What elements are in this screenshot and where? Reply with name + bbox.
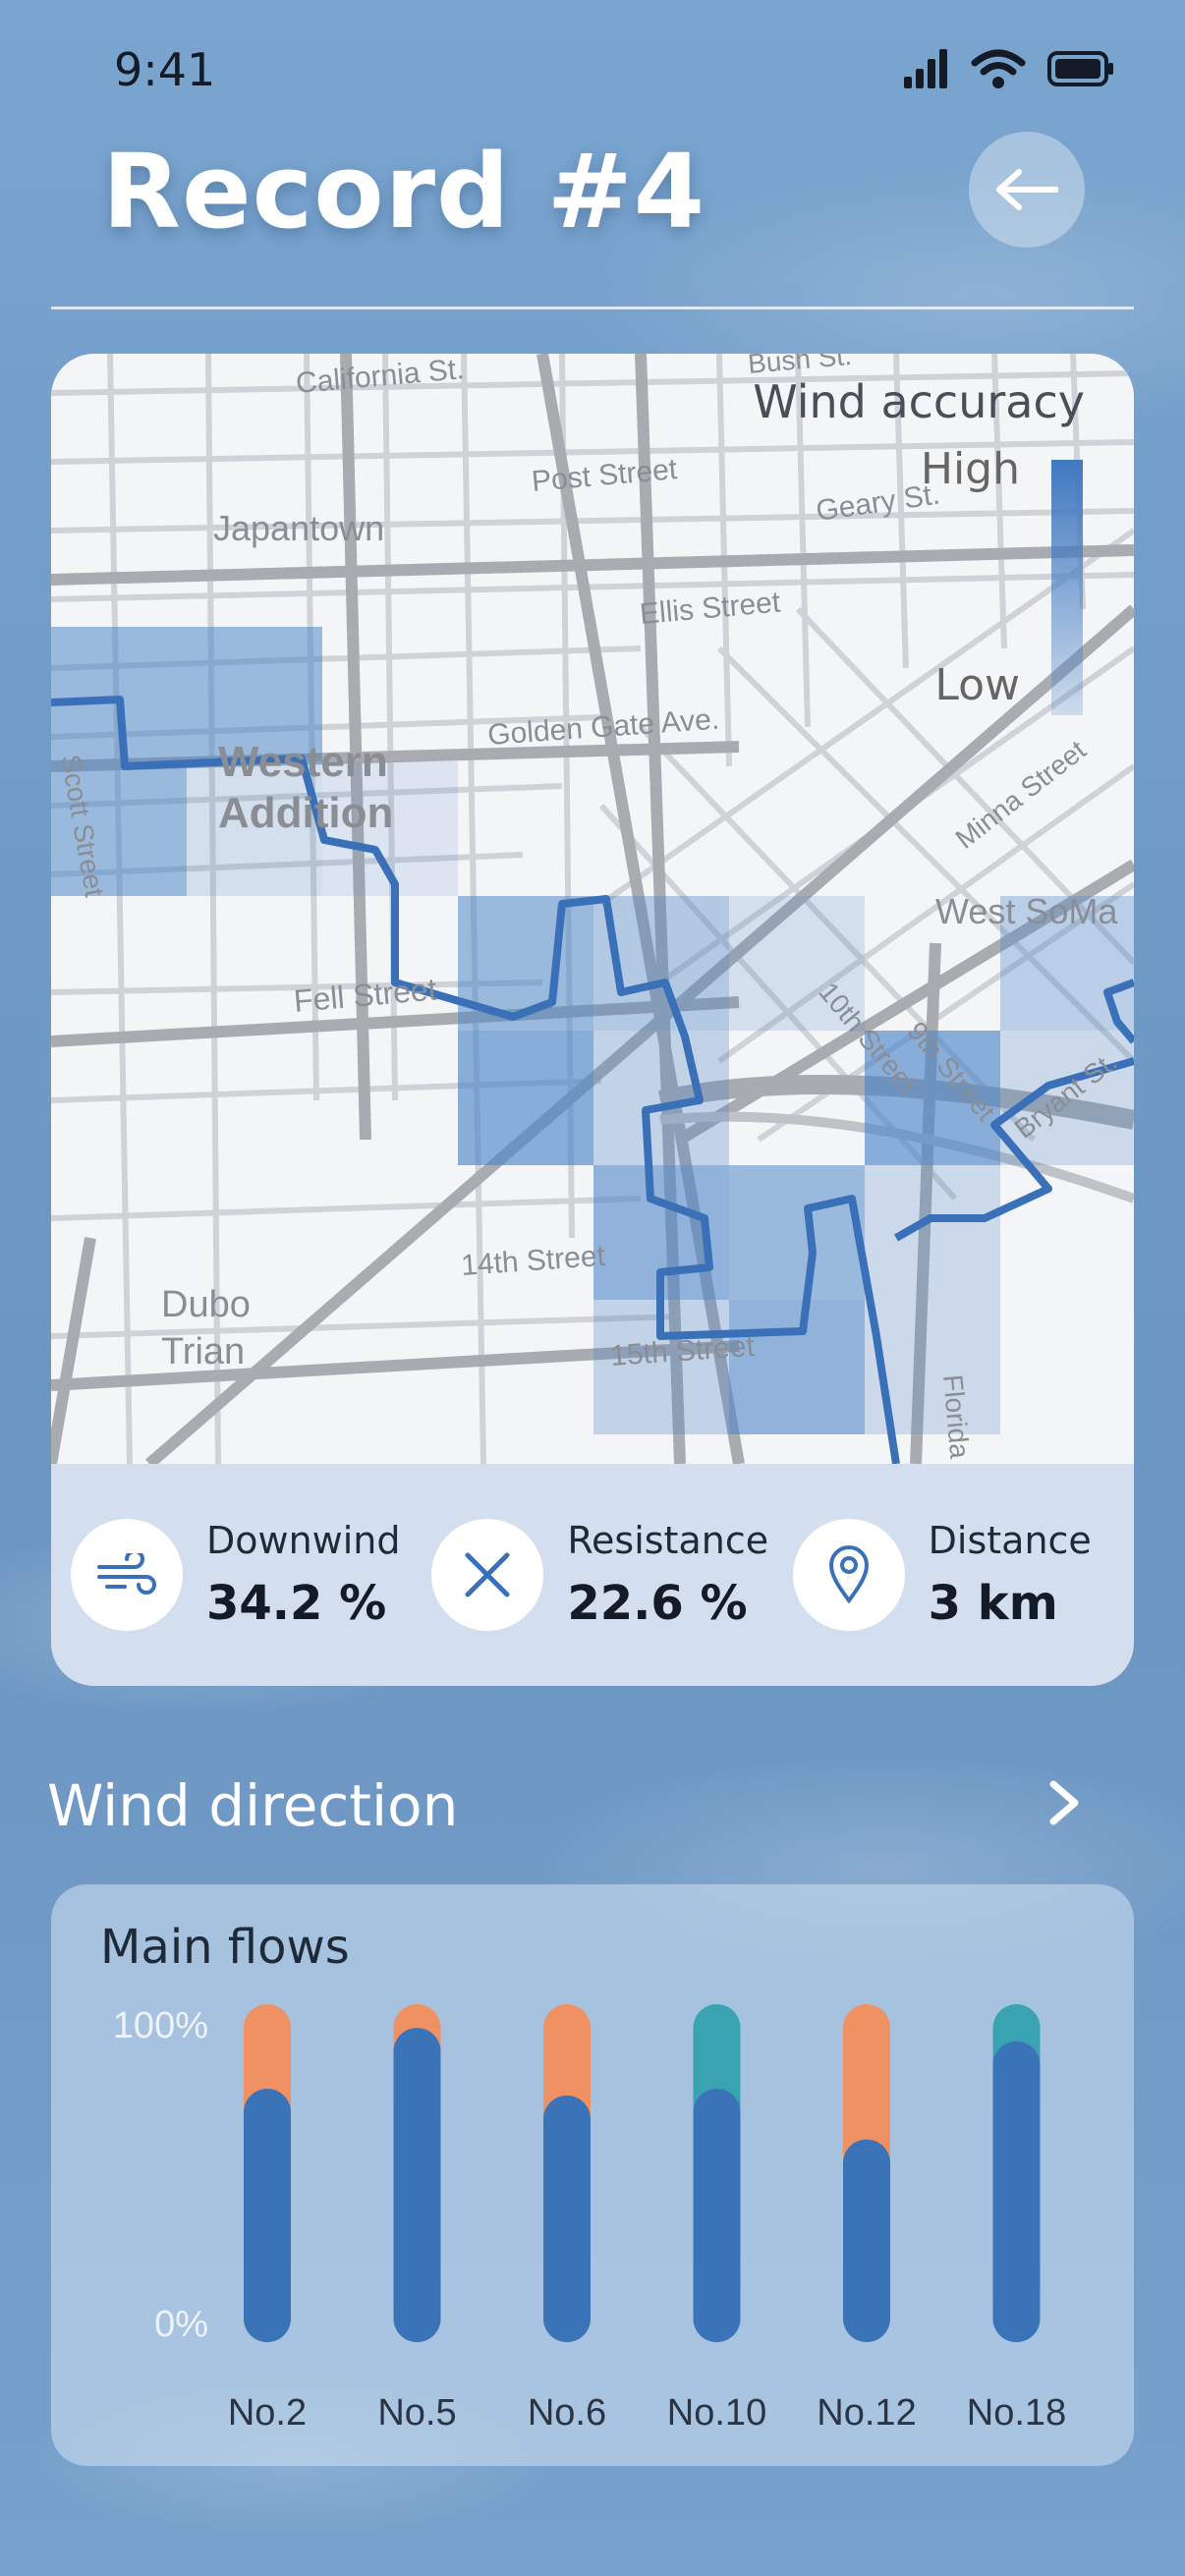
wind-direction-title[interactable]: Wind direction [47,1772,458,1839]
header-divider [51,307,1134,309]
arrow-left-icon [996,169,1058,210]
flows-chart: 100% 0% No.2 No.5 No.6 No.10 No.12 No.18 [113,2004,1066,2434]
map-label: West SoMa [935,891,1118,931]
y-tick-label: 0% [154,2304,208,2345]
flow-bar-no10[interactable] [693,2004,741,2342]
bar-segment [693,2089,741,2342]
x-category-label: No.2 [228,2392,307,2434]
map-label: Trian [161,1331,245,1372]
x-category-label: No.6 [528,2392,606,2434]
stat-label: Resistance [567,1519,769,1562]
flow-bar-no6[interactable] [543,2004,591,2342]
flow-bar-no12[interactable] [843,2004,890,2342]
x-category-label: No.12 [817,2392,916,2434]
stat-label: Downwind [206,1519,401,1562]
map-label: Dubo [161,1284,251,1325]
wind-icon [71,1519,183,1631]
bar-segment [992,2041,1041,2342]
legend-title: Wind accuracy [753,375,1085,428]
bar-segment [393,2028,441,2342]
x-category-label: No.5 [377,2392,456,2434]
stat-distance: Distance 3 km [773,1519,1134,1631]
map-card: California St. Bush St. Post Street Gear… [51,354,1134,1686]
stat-label: Distance [928,1519,1092,1562]
x-category-label: No.18 [967,2392,1066,2434]
back-button[interactable] [969,132,1085,248]
flow-bar-no18[interactable] [992,2004,1041,2342]
map-graphic: California St. Bush St. Post Street Gear… [51,354,1134,1469]
legend-high-label: High [920,444,1020,494]
stat-value: 3 km [928,1576,1058,1631]
status-icons [902,49,1114,88]
location-pin-icon [792,1519,905,1631]
page-title: Record #4 [102,132,706,252]
battery-icon [1047,51,1113,86]
signal-icon [904,49,947,88]
main-flows-card: Main flows 100% 0% No.2 No.5 No.6 No.10 No.12 N… [51,1884,1134,2466]
flow-bar-no2[interactable] [244,2004,291,2342]
status-time: 9:41 [114,43,216,96]
map-label: Western [218,738,388,786]
chevron-right-icon[interactable] [1047,1780,1083,1825]
stats-row: Downwind 34.2 % Resistance 22.6 % Distan… [51,1464,1134,1686]
map-label: Addition [218,789,393,837]
bar-segment [244,2089,291,2342]
x-category-label: No.10 [667,2392,766,2434]
legend-low-label: Low [934,660,1020,710]
y-tick-label: 100% [113,2005,208,2046]
flow-bar-no5[interactable] [393,2004,441,2342]
stat-downwind: Downwind 34.2 % [51,1519,412,1631]
close-x-icon [431,1519,544,1631]
map-label: Japantown [213,508,384,548]
legend-gradient-bar [1051,460,1083,715]
stat-value: 34.2 % [206,1576,387,1631]
route-map[interactable]: California St. Bush St. Post Street Gear… [51,354,1134,1469]
bar-segment [543,2095,591,2342]
bar-segment [843,2139,890,2342]
stat-resistance: Resistance 22.6 % [412,1519,772,1631]
stat-value: 22.6 % [567,1576,748,1631]
wifi-icon [971,49,1026,88]
